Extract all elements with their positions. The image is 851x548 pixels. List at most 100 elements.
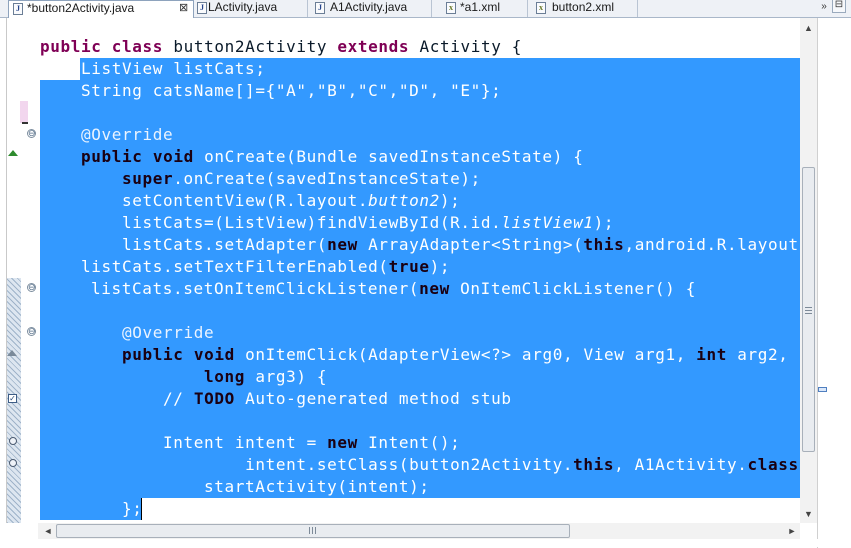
close-tab-icon[interactable]: ⊠ xyxy=(179,1,188,16)
xml-file-icon: x xyxy=(446,2,456,14)
code-line-6: super.onCreate(savedInstanceState); xyxy=(40,168,481,190)
comment-text: Auto-generated method stub xyxy=(234,389,512,408)
code-editor[interactable]: public class button2Activity extends Act… xyxy=(38,18,800,523)
scroll-grip-icon xyxy=(805,306,812,314)
quick-diff-marker xyxy=(20,101,28,123)
fold-collapse-icon[interactable]: ⊖ xyxy=(27,129,36,138)
scroll-down-arrow-icon[interactable]: ▼ xyxy=(800,506,817,522)
xml-file-icon: x xyxy=(536,2,546,14)
cursor-line-marker xyxy=(22,122,28,124)
code-text: arg2, xyxy=(727,345,789,364)
tab-a1activity-java[interactable]: J A1Activity.java xyxy=(308,0,432,17)
code-text: ,android.R.layout.s xyxy=(624,235,800,254)
keyword: super xyxy=(122,169,174,188)
keyword: public xyxy=(40,37,102,56)
code-text: ); xyxy=(593,213,615,232)
code-text: Intent(); xyxy=(357,433,461,452)
keyword: new xyxy=(419,279,450,298)
text-caret xyxy=(141,498,142,520)
tab-button2activity-java[interactable]: J *button2Activity.java ⊠ xyxy=(8,0,194,18)
keyword: void xyxy=(152,147,194,166)
code-text: ); xyxy=(439,191,461,210)
scroll-left-arrow-icon[interactable]: ◄ xyxy=(40,523,56,539)
implements-indicator-icon[interactable] xyxy=(7,350,17,356)
tab-button2-xml[interactable]: x button2.xml xyxy=(528,0,638,17)
code-line-13: public void onItemClick(AdapterView<?> a… xyxy=(40,344,789,366)
code-text: setContentView(R.layout. xyxy=(122,191,369,210)
override-indicator-icon[interactable] xyxy=(8,150,18,156)
java-file-icon: J xyxy=(197,2,207,14)
code-line-12: @Override xyxy=(40,322,214,344)
code-text: .onCreate(savedInstanceState); xyxy=(173,169,481,188)
tab-overflow-icon[interactable]: » xyxy=(818,1,830,13)
tab-lactivity-java[interactable]: J LActivity.java xyxy=(194,0,308,17)
overview-ruler xyxy=(817,18,851,548)
comment-text: // xyxy=(163,389,194,408)
code-field: listView1 xyxy=(501,213,594,232)
code-line-16: Intent intent = new Intent(); xyxy=(40,432,460,454)
code-text: onItemClick(AdapterView<?> arg0, View ar… xyxy=(245,345,697,364)
code-text: listCats=(ListView)findViewById(R.id. xyxy=(122,213,502,232)
keyword: class xyxy=(111,37,164,56)
java-file-icon: J xyxy=(315,2,325,14)
code-text: Activity { xyxy=(419,37,522,56)
overview-marker[interactable] xyxy=(818,387,827,392)
code-text: Intent intent = xyxy=(163,433,328,452)
code-text: startActivity(intent); xyxy=(204,477,430,496)
code-text: listCats.setOnItemClickListener( xyxy=(91,279,420,298)
scroll-grip-icon xyxy=(309,527,317,534)
code-line-15: // TODO Auto-generated method stub xyxy=(40,388,512,410)
tab-a1-xml[interactable]: x *a1.xml xyxy=(432,0,528,17)
keyword: new xyxy=(327,235,358,254)
code-text: listCats.setAdapter( xyxy=(122,235,328,254)
annotation: @Override xyxy=(122,323,215,342)
code-line-7: setContentView(R.layout.button2); xyxy=(40,190,460,212)
tab-label: *a1.xml xyxy=(460,0,501,14)
keyword: class xyxy=(747,455,799,474)
code-text: }; xyxy=(122,499,143,518)
tab-label: button2.xml xyxy=(552,0,615,14)
fold-collapse-icon[interactable]: ⊖ xyxy=(27,327,36,336)
tab-label: A1Activity.java xyxy=(330,0,408,14)
code-text: listCats.setTextFilterEnabled( xyxy=(81,257,389,276)
code-text: OnItemClickListener() { xyxy=(449,279,696,298)
keyword: void xyxy=(193,345,235,364)
code-text: ArrayAdapter<String>( xyxy=(357,235,584,254)
tab-label: LActivity.java xyxy=(208,0,278,14)
annotation: @Override xyxy=(81,125,174,144)
code-line-17: intent.setClass(button2Activity.this, A1… xyxy=(40,454,800,476)
todo-keyword: TODO xyxy=(193,389,235,408)
minimize-editor-icon[interactable]: ⊟ xyxy=(832,0,846,13)
keyword: extends xyxy=(337,37,410,56)
code-line-4: @Override xyxy=(40,124,173,146)
class-name: button2Activity xyxy=(173,37,328,56)
code-text: arg3) { xyxy=(245,367,328,386)
keyword: public xyxy=(81,147,143,166)
occurrence-marker-icon xyxy=(9,437,17,445)
code-text: ); xyxy=(429,257,451,276)
code-line-18: startActivity(intent); xyxy=(40,476,430,498)
code-line-19: }; xyxy=(40,498,143,520)
status-strip xyxy=(0,539,851,547)
code-line-1: public class button2Activity extends Act… xyxy=(40,36,522,58)
code-text: String catsName[]={"A","B","C","D", "E"}… xyxy=(81,81,502,100)
fold-collapse-icon[interactable]: ⊖ xyxy=(27,283,36,292)
java-file-icon: J xyxy=(13,3,23,15)
code-line-9: listCats.setAdapter(new ArrayAdapter<Str… xyxy=(40,234,800,256)
keyword: public xyxy=(122,345,184,364)
keyword: int xyxy=(696,345,727,364)
code-text: intent.setClass(button2Activity. xyxy=(245,455,574,474)
code-line-3: String catsName[]={"A","B","C","D", "E"}… xyxy=(40,80,501,102)
code-text: onCreate(Bundle savedInstanceState) { xyxy=(204,147,584,166)
code-line-14: long arg3) { xyxy=(40,366,327,388)
scroll-right-arrow-icon[interactable]: ► xyxy=(784,523,800,539)
code-line-11: listCats.setOnItemClickListener(new OnIt… xyxy=(50,278,696,300)
keyword: new xyxy=(327,433,358,452)
code-text: ListView listCats; xyxy=(81,59,266,78)
keyword: true xyxy=(388,257,430,276)
occurrence-marker-icon xyxy=(9,459,17,467)
task-marker-icon[interactable]: ✓ xyxy=(8,394,17,403)
code-line-10: listCats.setTextFilterEnabled(true); xyxy=(40,256,450,278)
scroll-up-arrow-icon[interactable]: ▲ xyxy=(800,20,817,36)
code-field: button2 xyxy=(368,191,440,210)
